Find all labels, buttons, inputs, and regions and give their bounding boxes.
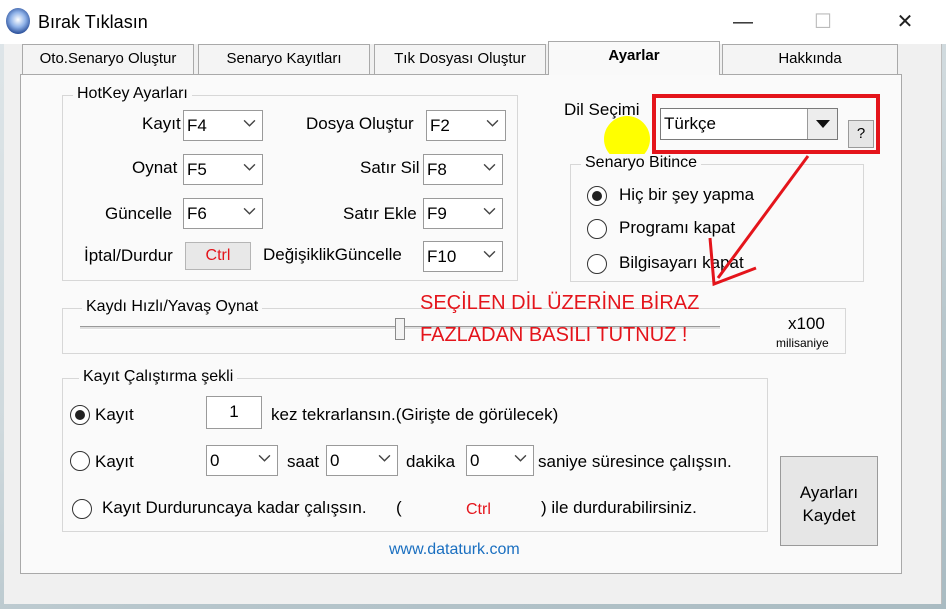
- record-hotkey-label: Kayıt: [142, 114, 181, 133]
- hour-select[interactable]: 0: [206, 445, 278, 476]
- hour-value: 0: [210, 451, 220, 470]
- scenario-end-legend: Senaryo Bitince: [581, 154, 702, 172]
- change-update-hotkey-select[interactable]: F10: [423, 241, 503, 272]
- add-row-hotkey-value: F9: [427, 204, 447, 223]
- run-mode-legend: Kayıt Çalıştırma şekli: [79, 368, 238, 386]
- chevron-down-icon: [486, 119, 499, 127]
- create-file-hotkey-label: Dosya Oluştur: [306, 114, 414, 133]
- add-row-hotkey-label: Satır Ekle: [343, 204, 417, 223]
- update-hotkey-select[interactable]: F6: [183, 198, 263, 229]
- speed-unit: milisaniye: [776, 336, 829, 350]
- chevron-down-icon: [514, 454, 527, 462]
- run-mode-radio-duration[interactable]: [70, 451, 90, 471]
- play-hotkey-select[interactable]: F5: [183, 154, 263, 185]
- cancel-hotkey-value: Ctrl: [185, 242, 251, 270]
- record-hotkey-select[interactable]: F4: [183, 110, 263, 141]
- annotation-text-line1: SEÇİLEN DİL ÜZERİNE BİRAZ: [420, 292, 700, 314]
- annotation-text-line2: FAZLADAN BASILI TUTNUZ !: [420, 324, 688, 346]
- run-mode-option2-label: Kayıt: [95, 452, 134, 471]
- record-hotkey-value: F4: [187, 116, 207, 135]
- hotkey-legend: HotKey Ayarları: [73, 85, 192, 103]
- repeat-suffix-label: kez tekrarlansın.(Girişte de görülecek): [271, 405, 559, 424]
- scenario-end-radio-nothing[interactable]: [587, 186, 607, 206]
- run-mode-radio-repeat[interactable]: [70, 405, 90, 425]
- annotation-box: [652, 94, 880, 154]
- second-suffix-label: saniye süresince çalışsın.: [538, 452, 732, 471]
- minute-value: 0: [330, 451, 340, 470]
- save-button-line2: Kaydet: [802, 506, 856, 525]
- play-hotkey-value: F5: [187, 160, 207, 179]
- tab-hakkinda[interactable]: Hakkında: [722, 44, 898, 74]
- save-button-line1: Ayarları: [799, 483, 859, 502]
- speed-legend: Kaydı Hızlı/Yavaş Oynat: [82, 298, 263, 316]
- tab-ayarlar[interactable]: Ayarlar: [548, 41, 720, 75]
- scenario-end-radio-close-program[interactable]: [587, 219, 607, 239]
- minute-select[interactable]: 0: [326, 445, 398, 476]
- save-settings-button[interactable]: Ayarları Kaydet: [780, 456, 878, 546]
- close-icon[interactable]: ✕: [890, 8, 920, 36]
- delete-row-hotkey-value: F8: [427, 160, 447, 179]
- tab-senaryo-kayitlari[interactable]: Senaryo Kayıtları: [198, 44, 370, 74]
- scenario-end-radio-shutdown[interactable]: [587, 254, 607, 274]
- speed-slider-thumb[interactable]: [395, 318, 405, 340]
- minute-label: dakika: [406, 452, 456, 471]
- repeat-count-input[interactable]: 1: [206, 396, 262, 429]
- play-hotkey-label: Oynat: [132, 158, 178, 177]
- tab-oto-senaryo[interactable]: Oto.Senaryo Oluştur: [22, 44, 194, 74]
- chevron-down-icon: [243, 119, 256, 127]
- stop-key-value: Ctrl: [466, 501, 491, 518]
- change-update-hotkey-label: DeğişiklikGüncelle: [263, 245, 402, 264]
- chevron-down-icon: [243, 163, 256, 171]
- run-mode-option3-label: Kayıt Durduruncaya kadar çalışsın.: [102, 498, 367, 517]
- delete-row-hotkey-select[interactable]: F8: [423, 154, 503, 185]
- app-icon: [6, 8, 30, 34]
- add-row-hotkey-select[interactable]: F9: [423, 198, 503, 229]
- update-hotkey-value: F6: [187, 204, 207, 223]
- minimize-icon[interactable]: —: [728, 8, 758, 36]
- chevron-down-icon: [258, 454, 271, 462]
- create-file-hotkey-select[interactable]: F2: [426, 110, 506, 141]
- chevron-down-icon: [243, 207, 256, 215]
- chevron-down-icon: [483, 163, 496, 171]
- run-mode-option1-label: Kayıt: [95, 405, 134, 424]
- window-title: Bırak Tıklasın: [38, 12, 148, 32]
- chevron-down-icon: [483, 207, 496, 215]
- hour-label: saat: [287, 452, 320, 471]
- paren-open: (: [396, 498, 402, 517]
- maximize-icon[interactable]: ☐: [808, 8, 838, 36]
- footer-link[interactable]: www.dataturk.com: [389, 541, 520, 559]
- tab-tik-dosyasi[interactable]: Tık Dosyası Oluştur: [374, 44, 546, 74]
- update-hotkey-label: Güncelle: [105, 204, 173, 223]
- second-select[interactable]: 0: [466, 445, 534, 476]
- cancel-hotkey-label: İptal/Durdur: [84, 246, 173, 265]
- create-file-hotkey-value: F2: [430, 116, 450, 135]
- annotation-arrow-icon: [708, 155, 810, 287]
- delete-row-hotkey-label: Satır Sil: [360, 158, 420, 177]
- chevron-down-icon: [483, 250, 496, 258]
- run-mode-radio-until-stop[interactable]: [72, 499, 92, 519]
- change-update-hotkey-value: F10: [427, 247, 457, 266]
- second-value: 0: [470, 451, 480, 470]
- paren-close-label: ) ile durdurabilirsiniz.: [541, 498, 697, 517]
- speed-multiplier: x100: [788, 314, 825, 333]
- chevron-down-icon: [378, 454, 391, 462]
